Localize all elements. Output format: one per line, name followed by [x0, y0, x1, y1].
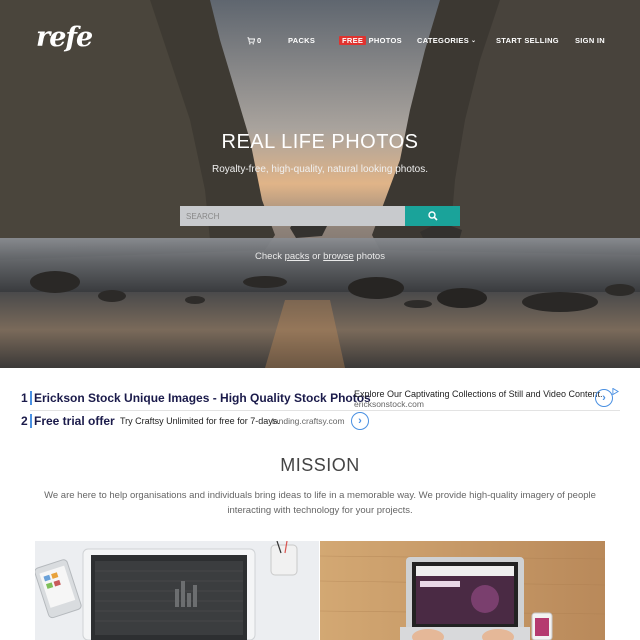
hero-subtitle: Royalty-free, high-quality, natural look… [211, 164, 429, 175]
mission-text: We are here to help organisations and in… [44, 490, 596, 516]
ad-url[interactable]: landing.craftsy.com [272, 416, 345, 426]
nav-photos-label: PHOTOS [368, 36, 402, 45]
chevron-right-icon[interactable]: › [351, 412, 369, 430]
ad-description: Try Craftsy Unlimited for free for 7-day… [120, 416, 280, 426]
nav-free-photos[interactable]: FREE PHOTOS [339, 36, 402, 46]
ad-divider [30, 414, 32, 428]
packs-link[interactable]: packs [285, 251, 310, 262]
ad-item[interactable]: 1 Erickson Stock Unique Images - High Qu… [0, 387, 640, 409]
ad-number: 1 [21, 391, 28, 405]
laptop-wooden-desk-photo [320, 541, 605, 640]
mission-title: MISSION [280, 455, 360, 475]
ad-item[interactable]: 2 Free trial offer Try Craftsy Unlimited… [0, 411, 640, 433]
browse-link[interactable]: browse [323, 251, 354, 262]
nav-sign-in[interactable]: SIGN IN [575, 36, 605, 46]
ad-description: Explore Our Captivating Collections of S… [354, 389, 603, 399]
hero-links-prefix: Check [255, 251, 285, 262]
search-input[interactable] [180, 206, 405, 226]
search-button[interactable] [405, 206, 460, 226]
top-nav: 0 PACKS FREE PHOTOS CATEGORIES ⌄ START SE… [0, 36, 640, 48]
hero-links-suffix: photos [353, 251, 385, 262]
ad-title[interactable]: Free trial offer [34, 414, 115, 428]
photo-thumbnail[interactable] [35, 541, 319, 640]
ad-number: 2 [21, 414, 28, 428]
chevron-down-icon: ⌄ [471, 38, 477, 45]
search-icon [427, 211, 438, 221]
cart-link[interactable]: 0 [247, 36, 261, 46]
chevron-right-icon[interactable]: › [595, 389, 613, 407]
photo-thumbnail[interactable] [320, 541, 605, 640]
cart-count: 0 [257, 36, 262, 45]
ad-title[interactable]: Erickson Stock Unique Images - High Qual… [34, 391, 371, 405]
hero-links: Check packs or browse photos [0, 251, 640, 262]
nav-packs[interactable]: PACKS [288, 36, 315, 46]
cart-icon [247, 37, 255, 45]
free-badge: FREE [339, 36, 367, 45]
hero-section: refe 0 PACKS FREE PHOTOS CATEGORIES ⌄ STA… [0, 0, 640, 368]
ad-url[interactable]: ericksonstock.com [354, 399, 424, 409]
nav-categories[interactable]: CATEGORIES ⌄ [417, 36, 476, 46]
nav-start-selling[interactable]: START SELLING [496, 36, 559, 46]
hero-links-or: or [309, 251, 324, 262]
laptop-phone-photo [35, 541, 319, 640]
ad-divider [30, 391, 32, 405]
hero-title: REAL LIFE PHOTOS [221, 131, 419, 153]
nav-categories-label: CATEGORIES [417, 36, 470, 45]
hero-background-image [0, 0, 640, 368]
